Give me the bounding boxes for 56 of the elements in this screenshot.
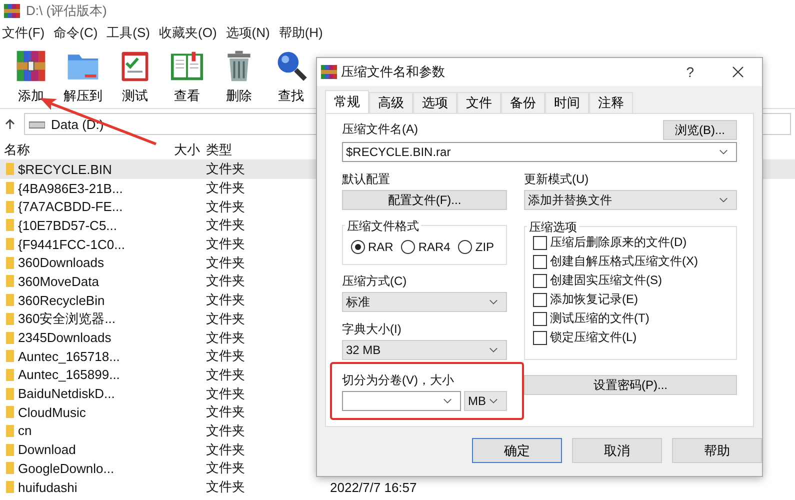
file-type: 文件夹	[205, 160, 246, 178]
file-name: GoogleDownlo...	[18, 460, 114, 476]
checkbox-label: 添加恢复记录(E)	[550, 291, 638, 308]
field-label: 切分为分卷(V)，大小	[342, 372, 455, 389]
file-type: 文件夹	[205, 254, 246, 272]
file-name: {7A7ACBDD-FE...	[18, 199, 123, 214]
file-type: 文件夹	[205, 459, 246, 478]
checkbox-label: 创建自解压格式压缩文件(X)	[550, 253, 698, 270]
file-type: 文件夹	[205, 310, 246, 328]
file-name: {4BA986E3-21B...	[18, 180, 123, 196]
file-type: 文件夹	[205, 198, 246, 216]
file-type: 文件夹	[205, 384, 246, 403]
file-name: huifudashi	[18, 480, 78, 495]
file-name: 360Downloads	[18, 255, 104, 270]
field-label: 压缩文件名(A)	[342, 121, 418, 138]
file-name: {F9441FCC-1C0...	[18, 236, 125, 252]
file-type: 文件夹	[205, 291, 246, 310]
field-label: 字典大小(I)	[342, 321, 402, 338]
file-date: 2022/7/7 16:57	[329, 480, 417, 495]
file-type: 文件夹	[205, 478, 246, 496]
field-label: 压缩方式(C)	[342, 273, 408, 290]
field-label: 默认配置	[342, 171, 391, 188]
file-name: Download	[18, 442, 76, 458]
group-title: 压缩文件格式	[345, 218, 421, 235]
file-type: 文件夹	[205, 440, 246, 459]
file-type: 文件夹	[205, 422, 246, 440]
window-title: D:\ (评估版本)	[26, 2, 107, 20]
file-type: 文件夹	[205, 216, 246, 234]
file-name: Auntec_165899...	[18, 367, 120, 382]
file-type: 文件夹	[205, 235, 246, 254]
file-name: $RECYCLE.BIN	[18, 162, 112, 177]
file-name: 360安全浏览器...	[18, 310, 116, 328]
file-type: 文件夹	[205, 328, 246, 347]
file-name: 2345Downloads	[18, 330, 112, 346]
file-name: Auntec_165718...	[18, 348, 120, 364]
file-type: 文件夹	[205, 347, 246, 366]
radio-label: RAR4	[418, 240, 450, 254]
radio-label: ZIP	[475, 240, 494, 254]
checkbox-label: 测试压缩的文件(T)	[550, 310, 650, 327]
group-title: 压缩选项	[527, 219, 579, 236]
file-type: 文件夹	[205, 272, 246, 290]
radio-label: RAR	[368, 240, 394, 254]
file-type: 文件夹	[205, 179, 246, 198]
field-label: 更新模式(U)	[524, 171, 590, 188]
dialog-title: 压缩文件名和参数	[341, 63, 446, 81]
checkbox-label: 压缩后删除原来的文件(D)	[550, 234, 687, 251]
file-name: {10E7BD57-C5...	[18, 218, 118, 233]
file-type: 文件夹	[205, 366, 246, 384]
file-type: 文件夹	[205, 403, 246, 422]
file-name: CloudMusic	[18, 404, 86, 420]
file-name: cn	[18, 423, 32, 438]
file-name: 360MoveData	[18, 274, 99, 289]
checkbox-label: 创建固实压缩文件(S)	[550, 272, 662, 289]
file-name: BaiduNetdiskD...	[18, 386, 115, 402]
file-name: 360RecycleBin	[18, 292, 105, 308]
checkbox-label: 锁定压缩文件(L)	[550, 329, 637, 346]
